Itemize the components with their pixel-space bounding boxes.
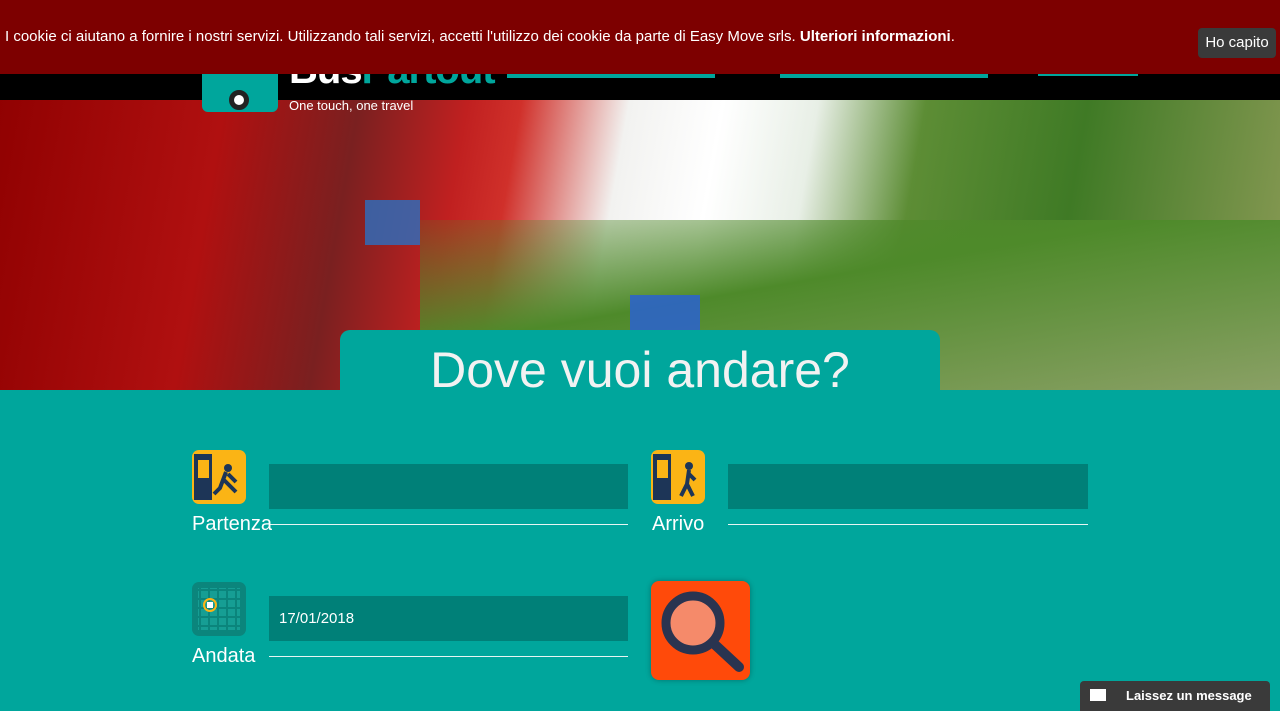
- arrival-underline: [728, 524, 1088, 525]
- cookie-message: I cookie ci aiutano a fornire i nostri s…: [5, 28, 955, 45]
- hero-sign: [365, 200, 420, 245]
- bus-arrival-icon: [651, 450, 705, 504]
- bus-departure-icon: [192, 450, 246, 504]
- date-label: Andata: [192, 645, 256, 667]
- tagline: One touch, one travel: [289, 98, 414, 113]
- envelope-icon: [1090, 689, 1106, 701]
- chat-widget-button[interactable]: Laissez un message: [1080, 681, 1270, 711]
- date-input[interactable]: [269, 596, 628, 641]
- nav-item[interactable]: [1038, 74, 1138, 76]
- accept-cookies-button[interactable]: Ho capito: [1198, 28, 1276, 58]
- arrival-input[interactable]: [728, 464, 1088, 509]
- nav-item[interactable]: [507, 74, 715, 78]
- arrival-label: Arrivo: [652, 513, 705, 535]
- magnifier-icon: [661, 591, 744, 672]
- departure-label: Partenza: [192, 513, 273, 535]
- nav-item[interactable]: [780, 74, 988, 78]
- calendar-icon[interactable]: [192, 582, 246, 636]
- search-button[interactable]: [651, 581, 750, 680]
- cookie-banner: I cookie ci aiutano a fornire i nostri s…: [0, 0, 1280, 74]
- cookie-text: I cookie ci aiutano a fornire i nostri s…: [5, 28, 796, 45]
- page-title: Dove vuoi andare?: [340, 330, 940, 392]
- logo-wheel-icon: [229, 90, 249, 110]
- date-underline: [269, 656, 628, 657]
- chat-label: Laissez un message: [1126, 688, 1252, 703]
- departure-input[interactable]: [269, 464, 628, 509]
- more-info-link[interactable]: Ulteriori informazioni: [800, 28, 951, 45]
- departure-underline: [269, 524, 628, 525]
- hero-sign: [630, 295, 700, 330]
